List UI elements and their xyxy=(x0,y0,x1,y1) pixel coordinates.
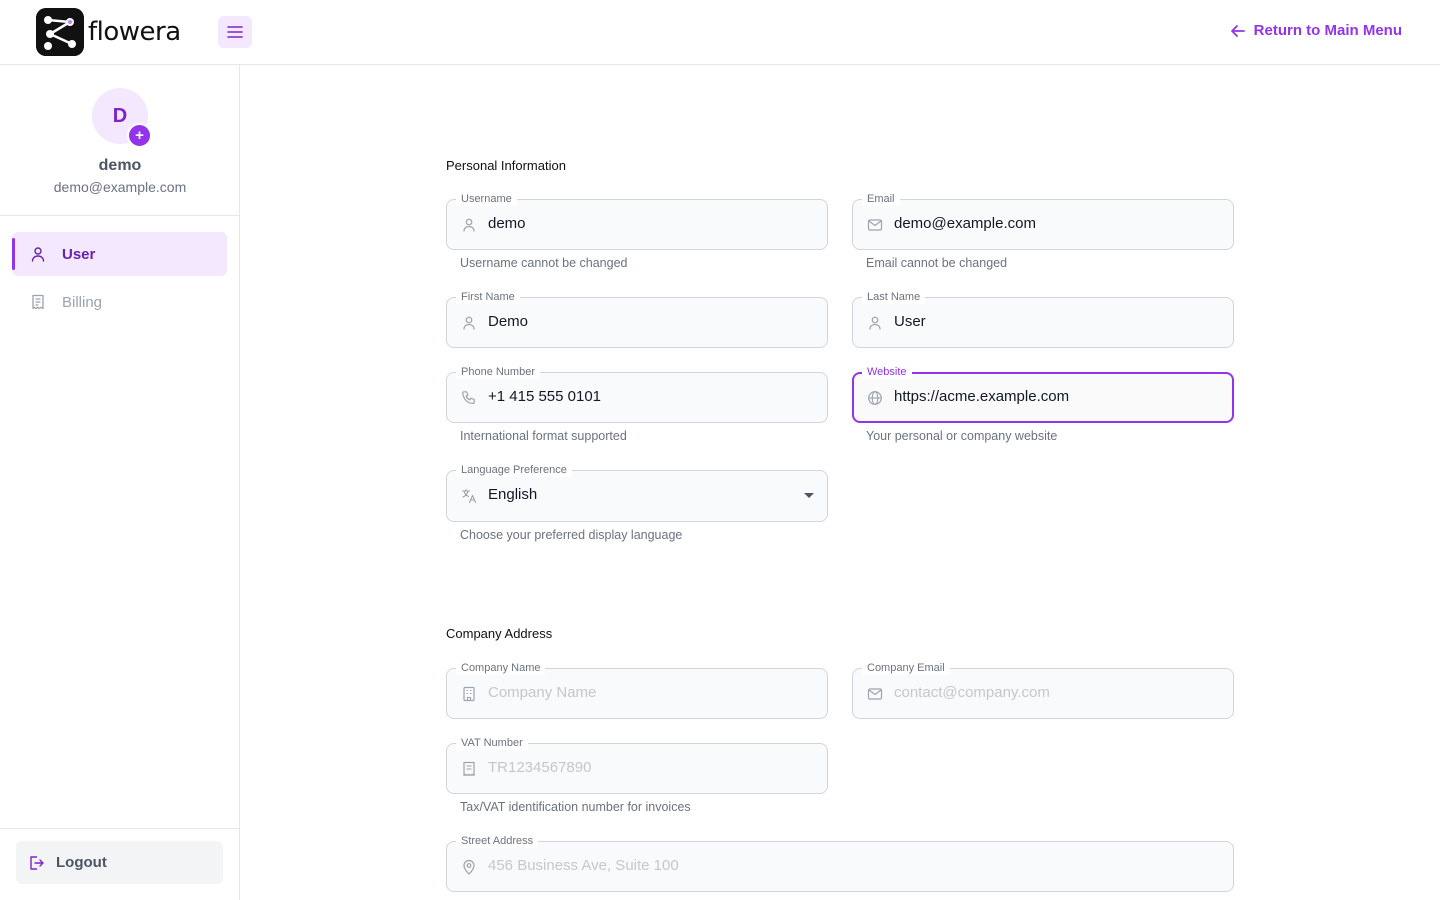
app-name: flowera xyxy=(88,17,181,47)
vat-number-label: VAT Number xyxy=(456,736,528,750)
company-address-heading: Company Address xyxy=(446,626,553,641)
vat-number-field[interactable]: VAT Number TR1234567890 xyxy=(446,736,828,794)
email-label: Email xyxy=(862,192,900,206)
language-value: English xyxy=(488,486,538,503)
user-icon xyxy=(31,247,45,262)
top-header: flowera Return to Main Menu xyxy=(0,0,1440,65)
sidebar-toggle-button[interactable] xyxy=(218,16,252,48)
sidebar-item-label: Billing xyxy=(62,293,103,311)
street-address-label: Street Address xyxy=(456,834,539,848)
website-field[interactable]: Website https://acme.example.com xyxy=(852,365,1234,423)
email-value: demo@example.com xyxy=(894,215,1036,232)
flowera-logo-icon xyxy=(36,8,84,56)
profile-name: demo xyxy=(98,157,142,174)
website-label: Website xyxy=(862,365,912,379)
phone-field[interactable]: Phone Number +1 415 555 0101 xyxy=(446,365,828,423)
return-link-label: Return to Main Menu xyxy=(1253,22,1402,39)
receipt-icon xyxy=(463,761,475,777)
first-name-label: First Name xyxy=(456,290,520,304)
username-label: Username xyxy=(456,192,517,206)
globe-icon xyxy=(868,391,882,405)
hamburger-icon xyxy=(227,26,243,38)
phone-value: +1 415 555 0101 xyxy=(488,388,602,405)
logout-label: Logout xyxy=(56,854,107,871)
company-name-label: Company Name xyxy=(456,661,546,675)
vat-number-placeholder: TR1234567890 xyxy=(488,759,592,776)
first-name-value: Demo xyxy=(488,313,529,330)
add-avatar-button[interactable]: + xyxy=(127,123,152,148)
avatar-initial: D xyxy=(112,104,128,127)
personal-info-heading: Personal Information xyxy=(446,158,566,173)
sidebar-item-label: User xyxy=(62,245,96,263)
building-icon xyxy=(463,686,475,702)
vat-number-helper: Tax/VAT identification number for invoic… xyxy=(460,800,691,814)
mail-icon xyxy=(867,219,883,231)
phone-helper: International format supported xyxy=(460,429,627,443)
last-name-value: User xyxy=(894,313,926,330)
mail-icon xyxy=(867,688,883,700)
company-email-placeholder: contact@company.com xyxy=(894,684,1050,701)
receipt-icon xyxy=(32,294,44,310)
email-helper: Email cannot be changed xyxy=(866,256,1008,270)
language-select[interactable]: Language Preference English xyxy=(446,463,828,522)
email-field[interactable]: Email demo@example.com xyxy=(852,192,1234,250)
username-field[interactable]: Username demo xyxy=(446,192,828,250)
last-name-field[interactable]: Last Name User xyxy=(852,290,1234,348)
translate-icon xyxy=(461,488,477,504)
sidebar-footer-divider xyxy=(0,828,240,829)
website-helper: Your personal or company website xyxy=(866,429,1058,443)
language-helper: Choose your preferred display language xyxy=(460,528,683,542)
logout-icon xyxy=(30,855,44,870)
first-name-field[interactable]: First Name Demo xyxy=(446,290,828,348)
user-icon xyxy=(869,316,881,330)
map-pin-icon xyxy=(463,859,475,875)
sidebar-item-billing[interactable]: Billing xyxy=(12,280,227,324)
company-email-field[interactable]: Company Email contact@company.com xyxy=(852,661,1234,719)
company-name-field[interactable]: Company Name Company Name xyxy=(446,661,828,719)
language-label: Language Preference xyxy=(456,463,572,477)
sidebar-item-user[interactable]: User xyxy=(12,232,227,276)
username-helper: Username cannot be changed xyxy=(460,256,628,270)
username-value: demo xyxy=(488,215,526,232)
return-to-main-menu-link[interactable]: Return to Main Menu xyxy=(1230,22,1402,39)
street-address-field[interactable]: Street Address 456 Business Ave, Suite 1… xyxy=(446,834,1234,892)
phone-icon xyxy=(462,391,475,404)
user-icon xyxy=(463,218,475,232)
sidebar: D + demo demo@example.com User Billing L… xyxy=(0,65,240,900)
chevron-down-icon xyxy=(804,493,814,498)
phone-label: Phone Number xyxy=(456,365,540,379)
app-logo[interactable]: flowera xyxy=(36,8,181,56)
company-name-placeholder: Company Name xyxy=(488,684,597,701)
arrow-left-icon xyxy=(1230,24,1245,37)
sidebar-divider xyxy=(0,215,240,216)
street-address-placeholder: 456 Business Ave, Suite 100 xyxy=(488,857,679,874)
last-name-label: Last Name xyxy=(862,290,926,304)
user-icon xyxy=(463,316,475,330)
profile-email: demo@example.com xyxy=(53,179,187,195)
logout-button[interactable]: Logout xyxy=(16,841,223,884)
company-email-label: Company Email xyxy=(862,661,950,675)
website-value: https://acme.example.com xyxy=(894,388,1070,405)
